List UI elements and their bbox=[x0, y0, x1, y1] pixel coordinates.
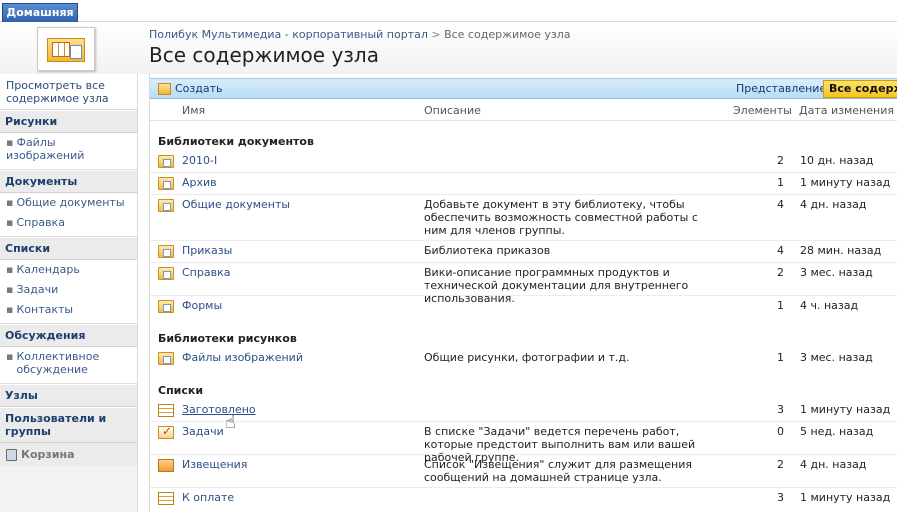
row-date: 4 ч. назад bbox=[800, 299, 859, 312]
row-count: 3 bbox=[777, 403, 784, 416]
row-description: Добавьте документ в эту библиотеку, чтоб… bbox=[424, 198, 698, 237]
site-logo-icon[interactable] bbox=[37, 27, 95, 71]
announcement-icon bbox=[158, 459, 174, 472]
row-description: Список "Извещения" служит для размещения… bbox=[424, 458, 692, 484]
list-icon bbox=[158, 492, 174, 505]
row-count: 3 bbox=[777, 491, 784, 504]
nav-item-tasks[interactable]: ▪ Задачи bbox=[0, 280, 137, 300]
folder-icon bbox=[158, 300, 174, 313]
folder-icon bbox=[158, 267, 174, 280]
breadcrumb-current: Все содержимое узла bbox=[444, 28, 571, 41]
hand-cursor-icon: ☝ bbox=[225, 412, 236, 433]
create-icon bbox=[158, 82, 171, 95]
row-date: 1 минуту назад bbox=[800, 491, 891, 504]
folder-icon bbox=[158, 199, 174, 212]
row-count: 1 bbox=[777, 351, 784, 364]
row-name-link[interactable]: Общие документы bbox=[182, 198, 290, 211]
row-date: 1 минуту назад bbox=[800, 403, 891, 416]
list-toolbar: Создать Представление: Все содерж bbox=[150, 78, 897, 99]
row-date: 10 дн. назад bbox=[800, 154, 874, 167]
section-heading-document-libraries: Библиотеки документов bbox=[158, 135, 314, 148]
row-name-link[interactable]: Задачи bbox=[182, 425, 224, 438]
row-date: 1 минуту назад bbox=[800, 176, 891, 189]
folder-icon bbox=[158, 245, 174, 258]
row-name-link[interactable]: Заготовлено bbox=[182, 403, 256, 416]
create-button[interactable]: Создать bbox=[158, 82, 223, 95]
row-count: 1 bbox=[777, 176, 784, 189]
row-name-link[interactable]: К оплате bbox=[182, 491, 234, 504]
top-navigation-bar: Домашняя bbox=[0, 0, 897, 22]
row-date: 4 дн. назад bbox=[800, 198, 867, 211]
folder-icon bbox=[158, 352, 174, 365]
folder-icon bbox=[158, 177, 174, 190]
row-description: Общие рисунки, фотографии и т.д. bbox=[424, 351, 630, 364]
column-header-name[interactable]: Имя bbox=[182, 104, 205, 117]
row-count: 2 bbox=[777, 458, 784, 471]
tab-home[interactable]: Домашняя bbox=[2, 3, 78, 22]
nav-heading-people-groups[interactable]: Пользователи и группы bbox=[0, 407, 137, 443]
row-count: 1 bbox=[777, 299, 784, 312]
list-icon bbox=[158, 404, 174, 417]
column-header-items[interactable]: Элементы bbox=[733, 104, 792, 117]
folder-icon bbox=[158, 155, 174, 168]
row-date: 5 нед. назад bbox=[800, 425, 874, 438]
section-heading-lists: Списки bbox=[158, 384, 204, 397]
row-name-link[interactable]: Приказы bbox=[182, 244, 232, 257]
nav-item-shared-documents[interactable]: ▪ Общие документы bbox=[0, 193, 137, 213]
nav-heading-lists[interactable]: Списки bbox=[0, 237, 137, 260]
quick-launch: Просмотреть все содержимое узла Рисунки … bbox=[0, 74, 138, 512]
row-name-link[interactable]: Формы bbox=[182, 299, 222, 312]
recycle-bin-icon bbox=[6, 448, 17, 461]
nav-heading-sites[interactable]: Узлы bbox=[0, 384, 137, 407]
row-description: Библиотека приказов bbox=[424, 244, 551, 257]
row-count: 4 bbox=[777, 198, 784, 211]
row-date: 28 мин. назад bbox=[800, 244, 882, 257]
row-name-link[interactable]: Справка bbox=[182, 266, 230, 279]
view-all-content-link[interactable]: Просмотреть все содержимое узла bbox=[0, 74, 137, 110]
nav-heading-discussions[interactable]: Обсуждения bbox=[0, 324, 137, 347]
row-name-link[interactable]: Файлы изображений bbox=[182, 351, 303, 364]
task-icon bbox=[158, 424, 174, 439]
view-label: Представление: bbox=[736, 82, 830, 95]
row-name-link[interactable]: 2010-I bbox=[182, 154, 217, 167]
breadcrumb: Полибук Мультимедиа - корпоративный порт… bbox=[149, 28, 571, 41]
row-name-link[interactable]: Архив bbox=[182, 176, 217, 189]
nav-item-help[interactable]: ▪ Справка bbox=[0, 213, 137, 233]
page-title: Все содержимое узла bbox=[149, 43, 379, 67]
row-description: Вики-описание программных продуктов и те… bbox=[424, 266, 689, 305]
row-count: 2 bbox=[777, 266, 784, 279]
nav-heading-documents[interactable]: Документы bbox=[0, 170, 137, 193]
nav-item-team-discussion[interactable]: ▪ Коллективное обсуждение bbox=[0, 347, 137, 380]
row-date: 4 дн. назад bbox=[800, 458, 867, 471]
nav-heading-pictures[interactable]: Рисунки bbox=[0, 110, 137, 133]
row-count: 0 bbox=[777, 425, 784, 438]
breadcrumb-site-link[interactable]: Полибук Мультимедиа - корпоративный порт… bbox=[149, 28, 428, 41]
recycle-bin-link[interactable]: Корзина bbox=[0, 443, 137, 466]
row-count: 4 bbox=[777, 244, 784, 257]
breadcrumb-separator: > bbox=[431, 28, 441, 41]
view-selector[interactable]: Все содерж bbox=[823, 80, 897, 98]
column-header-modified[interactable]: Дата изменения bbox=[799, 104, 894, 117]
nav-item-calendar[interactable]: ▪ Календарь bbox=[0, 260, 137, 280]
section-heading-picture-libraries: Библиотеки рисунков bbox=[158, 332, 297, 345]
row-date: 3 мес. назад bbox=[800, 351, 873, 364]
nav-item-contacts[interactable]: ▪ Контакты bbox=[0, 300, 137, 320]
site-header: Полибук Мультимедиа - корпоративный порт… bbox=[0, 22, 897, 74]
nav-item-image-files[interactable]: ▪ Файлы изображений bbox=[0, 133, 137, 166]
content-area: Создать Представление: Все содерж Имя Оп… bbox=[149, 74, 897, 512]
column-header-description[interactable]: Описание bbox=[424, 104, 481, 117]
row-count: 2 bbox=[777, 154, 784, 167]
row-date: 3 мес. назад bbox=[800, 266, 873, 279]
row-name-link[interactable]: Извещения bbox=[182, 458, 247, 471]
